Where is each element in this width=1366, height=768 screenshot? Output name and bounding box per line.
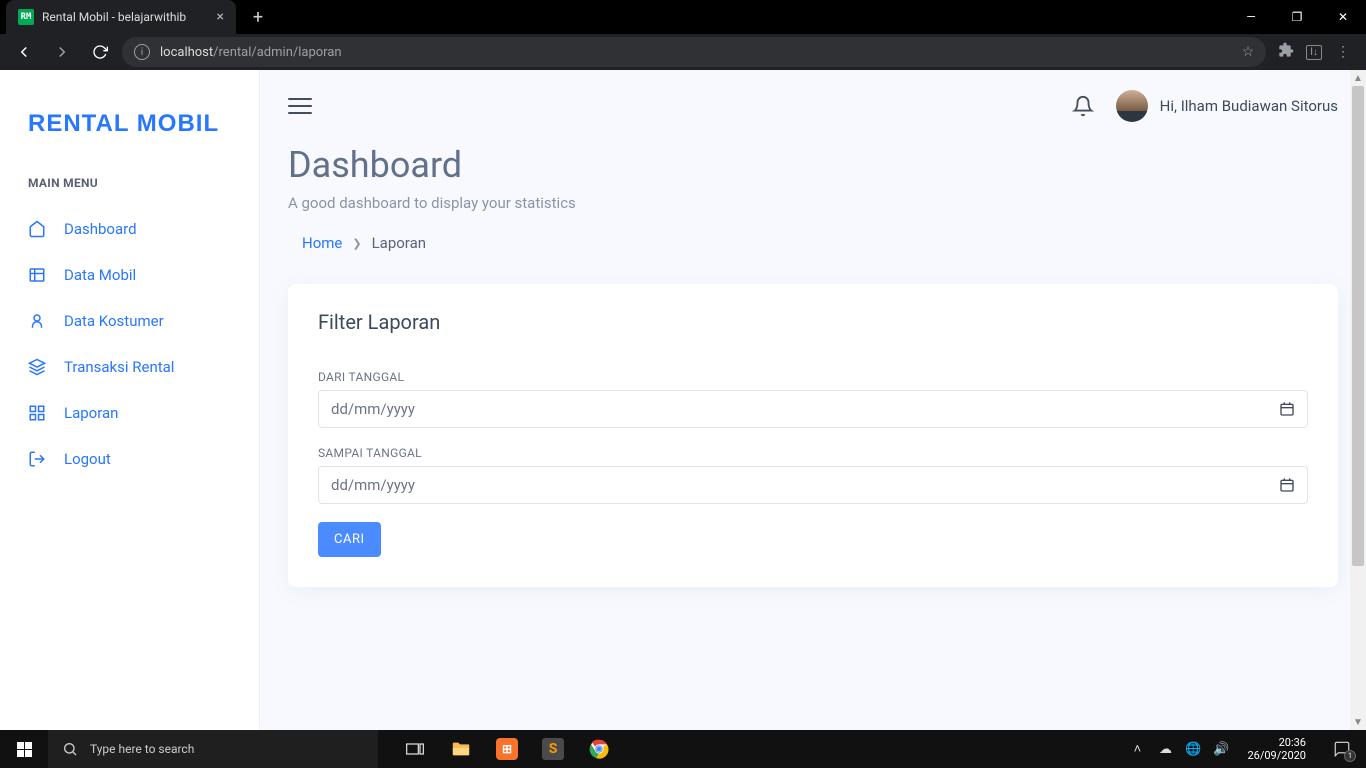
- taskbar-apps: ⊞ S: [392, 730, 622, 768]
- scroll-thumb[interactable]: [1352, 86, 1364, 566]
- idm-extension-icon[interactable]: I↓: [1306, 45, 1322, 60]
- table-icon: [28, 266, 46, 284]
- url-text: localhost/rental/admin/laporan: [160, 45, 342, 60]
- user-icon: [28, 312, 46, 330]
- user-greeting: Hi, Ilham Budiawan Sitorus: [1160, 97, 1338, 115]
- window-controls: ― ❐ ✕: [1228, 0, 1366, 34]
- sidebar: RENTAL MOBIL MAIN MENU Dashboard Data Mo…: [0, 70, 260, 730]
- clock[interactable]: 20:36 26/09/2020: [1239, 736, 1314, 762]
- forward-button[interactable]: [46, 36, 78, 68]
- close-window-button[interactable]: ✕: [1320, 0, 1366, 34]
- main-content: Hi, Ilham Budiawan Sitorus Dashboard A g…: [260, 70, 1366, 730]
- topbar: Hi, Ilham Budiawan Sitorus: [260, 70, 1366, 132]
- page-viewport: RENTAL MOBIL MAIN MENU Dashboard Data Mo…: [0, 70, 1366, 730]
- sidebar-item-data-kostumer[interactable]: Data Kostumer: [0, 298, 259, 344]
- windows-logo-icon: [17, 742, 32, 757]
- onedrive-icon[interactable]: ☁: [1155, 742, 1175, 757]
- new-tab-button[interactable]: +: [244, 3, 272, 31]
- sidebar-item-logout[interactable]: Logout: [0, 436, 259, 482]
- to-date-placeholder: dd/mm/yyyy: [331, 476, 415, 494]
- home-icon: [28, 220, 46, 238]
- sidebar-item-label: Logout: [64, 450, 111, 468]
- minimize-button[interactable]: ―: [1228, 0, 1274, 34]
- user-menu[interactable]: Hi, Ilham Budiawan Sitorus: [1116, 90, 1338, 122]
- sidebar-item-label: Dashboard: [64, 220, 137, 238]
- grid-icon: [28, 404, 46, 422]
- start-button[interactable]: [0, 730, 48, 768]
- system-tray: ˄ ☁ 🌐 🔊 20:36 26/09/2020 1: [1123, 730, 1366, 768]
- action-center-icon[interactable]: 1: [1322, 730, 1362, 768]
- date-text: 26/09/2020: [1247, 749, 1306, 762]
- windows-taskbar: Type here to search ⊞ S ˄ ☁ 🌐 🔊 20:36 26…: [0, 730, 1366, 768]
- browser-chrome: RM Rental Mobil - belajarwithib × + ― ❐ …: [0, 0, 1366, 70]
- chevron-right-icon: ❯: [352, 237, 361, 250]
- breadcrumb: Home ❯ Laporan: [288, 230, 1338, 256]
- sidebar-item-label: Data Kostumer: [64, 312, 164, 330]
- reload-button[interactable]: [84, 36, 116, 68]
- menu-header: MAIN MENU: [0, 176, 259, 206]
- address-bar[interactable]: i localhost/rental/admin/laporan ☆: [122, 37, 1266, 67]
- filter-card: Filter Laporan DARI TANGGAL dd/mm/yyyy S…: [288, 284, 1338, 587]
- breadcrumb-home[interactable]: Home: [302, 234, 342, 252]
- notification-badge: 1: [1344, 750, 1356, 762]
- logo: RENTAL MOBIL: [0, 90, 259, 176]
- menu-icon[interactable]: ⋮: [1336, 44, 1350, 60]
- to-date-input[interactable]: dd/mm/yyyy: [318, 466, 1308, 504]
- breadcrumb-current: Laporan: [372, 234, 426, 252]
- network-icon[interactable]: 🌐: [1183, 742, 1203, 757]
- sidebar-item-label: Transaksi Rental: [64, 358, 174, 376]
- site-info-icon[interactable]: i: [134, 44, 150, 60]
- avatar: [1116, 90, 1148, 122]
- layers-icon: [28, 358, 46, 376]
- taskbar-search[interactable]: Type here to search: [48, 730, 378, 768]
- from-date-placeholder: dd/mm/yyyy: [331, 400, 415, 418]
- sidebar-item-transaksi-rental[interactable]: Transaksi Rental: [0, 344, 259, 390]
- search-placeholder: Type here to search: [90, 742, 194, 756]
- sidebar-item-label: Laporan: [64, 404, 118, 422]
- search-icon: [62, 741, 78, 757]
- vertical-scrollbar[interactable]: ▲ ▼: [1350, 70, 1366, 730]
- calendar-icon[interactable]: [1279, 477, 1295, 493]
- card-title: Filter Laporan: [318, 310, 1308, 334]
- to-date-label: SAMPAI TANGGAL: [318, 446, 1308, 460]
- maximize-button[interactable]: ❐: [1274, 0, 1320, 34]
- file-explorer-icon[interactable]: [438, 730, 484, 768]
- xampp-icon[interactable]: ⊞: [484, 730, 530, 768]
- tray-overflow-icon[interactable]: ˄: [1127, 741, 1147, 757]
- notifications-icon[interactable]: [1072, 95, 1094, 117]
- time-text: 20:36: [1247, 736, 1306, 749]
- from-date-input[interactable]: dd/mm/yyyy: [318, 390, 1308, 428]
- volume-icon[interactable]: 🔊: [1211, 742, 1231, 757]
- sidebar-item-data-mobil[interactable]: Data Mobil: [0, 252, 259, 298]
- scroll-up-arrow[interactable]: ▲: [1350, 70, 1366, 86]
- page-subtitle: A good dashboard to display your statist…: [288, 194, 1338, 212]
- scroll-down-arrow[interactable]: ▼: [1350, 714, 1366, 730]
- page-title: Dashboard: [288, 144, 1338, 186]
- sidebar-item-laporan[interactable]: Laporan: [0, 390, 259, 436]
- tab-favicon: RM: [18, 9, 34, 25]
- task-view-icon[interactable]: [392, 730, 438, 768]
- extensions-icon[interactable]: [1278, 42, 1294, 62]
- tab-title: Rental Mobil - belajarwithib: [42, 10, 186, 24]
- back-button[interactable]: [8, 36, 40, 68]
- calendar-icon[interactable]: [1279, 401, 1295, 417]
- hamburger-button[interactable]: [288, 93, 312, 119]
- search-button[interactable]: CARI: [318, 522, 381, 557]
- logout-icon: [28, 450, 46, 468]
- close-tab-icon[interactable]: ×: [217, 9, 224, 25]
- from-date-label: DARI TANGGAL: [318, 370, 1308, 384]
- sublime-text-icon[interactable]: S: [530, 730, 576, 768]
- sidebar-item-dashboard[interactable]: Dashboard: [0, 206, 259, 252]
- browser-tab[interactable]: RM Rental Mobil - belajarwithib ×: [6, 0, 236, 34]
- chrome-icon[interactable]: [576, 730, 622, 768]
- tab-strip: RM Rental Mobil - belajarwithib × + ― ❐ …: [0, 0, 1366, 34]
- bookmark-icon[interactable]: ☆: [1242, 44, 1255, 60]
- toolbar: i localhost/rental/admin/laporan ☆ I↓ ⋮: [0, 34, 1366, 70]
- sidebar-item-label: Data Mobil: [64, 266, 136, 284]
